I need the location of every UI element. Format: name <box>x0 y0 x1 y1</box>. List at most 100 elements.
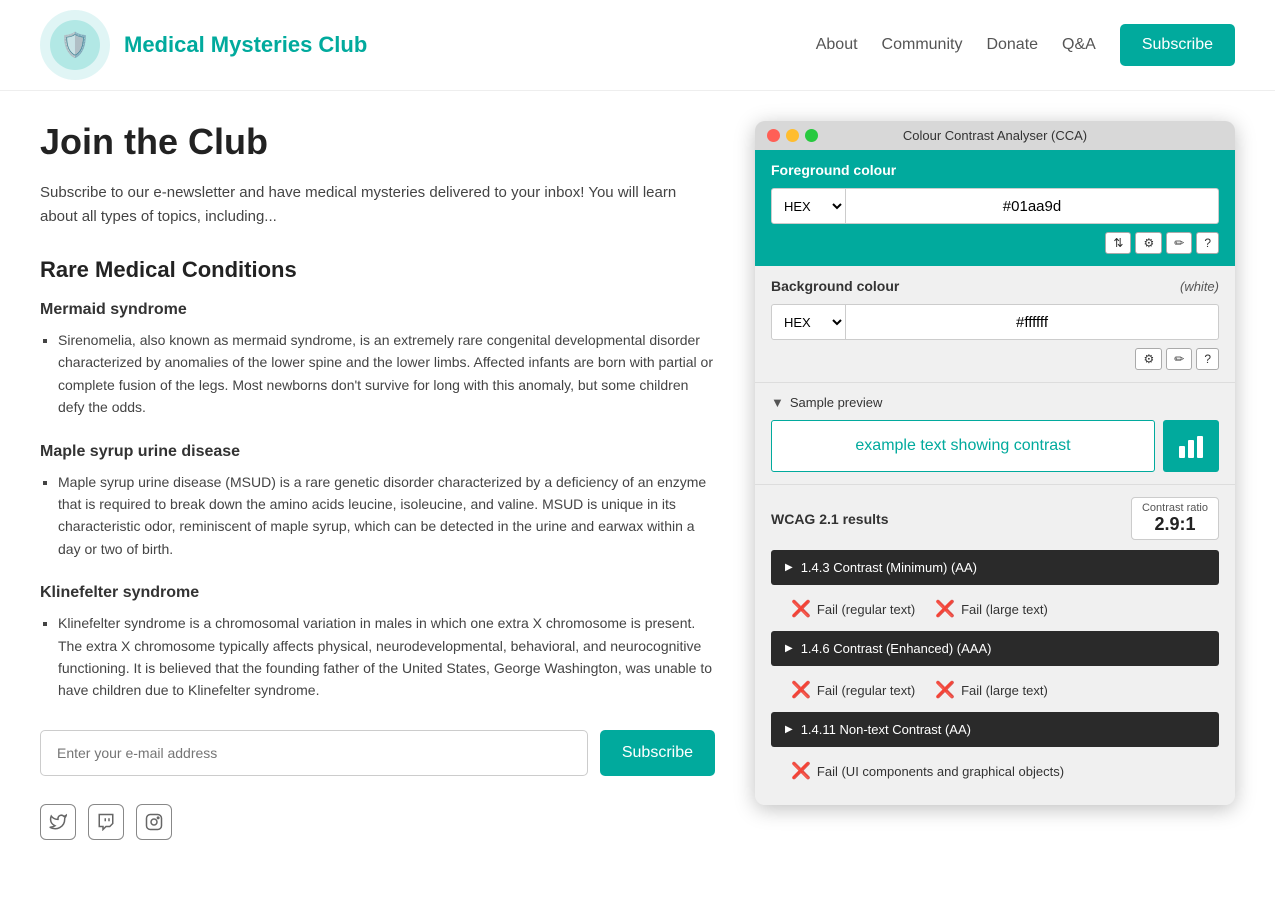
nav-qa[interactable]: Q&A <box>1062 36 1096 54</box>
condition-mermaid: Mermaid syndrome Sirenomelia, also known… <box>40 301 715 419</box>
logo-icon: 🛡️ <box>40 10 110 80</box>
email-input[interactable] <box>40 730 588 776</box>
bg-input-row: HEX RGB HSL <box>771 304 1219 340</box>
contrast-ratio-box: Contrast ratio 2.9:1 <box>1131 497 1219 540</box>
wcag-title: WCAG 2.1 results <box>771 511 888 527</box>
bg-settings-button[interactable]: ⚙ <box>1135 348 1162 370</box>
site-title: Medical Mysteries Club <box>124 32 367 58</box>
wcag-result-label-2: 1.4.6 Contrast (Enhanced) (AAA) <box>801 641 992 656</box>
condition-name-1: Maple syrup urine disease <box>40 443 715 461</box>
fail-label-1a: Fail (regular text) <box>817 602 915 617</box>
cca-panel: Colour Contrast Analyser (CCA) Foregroun… <box>755 121 1235 840</box>
nav-about[interactable]: About <box>816 36 858 54</box>
condition-klinefelter: Klinefelter syndrome Klinefelter syndrom… <box>40 584 715 702</box>
condition-name-0: Mermaid syndrome <box>40 301 715 319</box>
bg-help-button[interactable]: ? <box>1196 348 1219 370</box>
titlebar-maximize-dot[interactable] <box>805 129 818 142</box>
wcag-result-label-3: 1.4.11 Non-text Contrast (AA) <box>801 722 971 737</box>
play-icon-2: ▶ <box>785 643 793 654</box>
preview-triangle-icon: ▼ <box>771 395 784 410</box>
bg-eyedropper-button[interactable]: ✏ <box>1166 348 1192 370</box>
twitter-icon[interactable] <box>40 804 76 840</box>
nav-subscribe-button[interactable]: Subscribe <box>1120 24 1235 66</box>
section-title: Rare Medical Conditions <box>40 257 715 283</box>
background-section: Background colour (white) HEX RGB HSL ⚙ <box>755 266 1235 382</box>
wcag-result-label-1: 1.4.3 Contrast (Minimum) (AA) <box>801 560 977 575</box>
sample-text: example text showing contrast <box>855 437 1070 455</box>
twitch-icon[interactable] <box>88 804 124 840</box>
bg-tools-row: ⚙ ✏ ? <box>771 348 1219 370</box>
fail-item-2b: ❌ Fail (large text) <box>935 680 1048 700</box>
titlebar-minimize-dot[interactable] <box>786 129 799 142</box>
condition-maple: Maple syrup urine disease Maple syrup ur… <box>40 443 715 561</box>
bg-hex-input[interactable] <box>846 304 1219 340</box>
fg-flip-button[interactable]: ⇅ <box>1105 232 1131 254</box>
bg-format-select[interactable]: HEX RGB HSL <box>771 304 846 340</box>
wcag-header: WCAG 2.1 results Contrast ratio 2.9:1 <box>771 497 1219 540</box>
wcag-section: WCAG 2.1 results Contrast ratio 2.9:1 ▶ … <box>755 484 1235 805</box>
fail-item-1a: ❌ Fail (regular text) <box>791 599 915 619</box>
fail-label-2a: Fail (regular text) <box>817 683 915 698</box>
foreground-input-row: HEX RGB HSL <box>771 188 1219 224</box>
instagram-icon[interactable] <box>136 804 172 840</box>
play-icon-1: ▶ <box>785 562 793 573</box>
foreground-label: Foreground colour <box>771 162 1219 178</box>
fail-icon-1a: ❌ <box>791 599 811 619</box>
preview-content: example text showing contrast <box>771 420 1219 472</box>
preview-label: ▼ Sample preview <box>771 395 1219 410</box>
wcag-fail-row-2: ❌ Fail (regular text) ❌ Fail (large text… <box>771 674 1219 706</box>
fg-hex-input[interactable] <box>846 188 1219 224</box>
email-form: Subscribe <box>40 730 715 776</box>
logo-area: 🛡️ Medical Mysteries Club <box>40 10 367 80</box>
preview-title: Sample preview <box>790 395 883 410</box>
play-icon-3: ▶ <box>785 724 793 735</box>
contrast-ratio-value: 2.9:1 <box>1142 514 1208 535</box>
cca-window-title: Colour Contrast Analyser (CCA) <box>903 128 1087 143</box>
foreground-section: Foreground colour HEX RGB HSL ⇅ ⚙ ✏ ? <box>755 150 1235 266</box>
cca-body: Foreground colour HEX RGB HSL ⇅ ⚙ ✏ ? <box>755 150 1235 805</box>
content-area: Join the Club Subscribe to our e-newslet… <box>40 121 715 840</box>
wcag-result-row-1[interactable]: ▶ 1.4.3 Contrast (Minimum) (AA) <box>771 550 1219 585</box>
sample-text-box: example text showing contrast <box>771 420 1155 472</box>
fail-label-3a: Fail (UI components and graphical object… <box>817 764 1064 779</box>
fail-icon-3a: ❌ <box>791 761 811 781</box>
fg-eyedropper-button[interactable]: ✏ <box>1166 232 1192 254</box>
fail-label-2b: Fail (large text) <box>961 683 1048 698</box>
bg-white-label: (white) <box>1180 279 1219 294</box>
cca-window: Colour Contrast Analyser (CCA) Foregroun… <box>755 121 1235 805</box>
wcag-fail-row-3: ❌ Fail (UI components and graphical obje… <box>771 755 1219 787</box>
fg-settings-button[interactable]: ⚙ <box>1135 232 1162 254</box>
titlebar-close-dot[interactable] <box>767 129 780 142</box>
main-nav: About Community Donate Q&A Subscribe <box>816 24 1235 66</box>
fail-label-1b: Fail (large text) <box>961 602 1048 617</box>
intro-text: Subscribe to our e-newsletter and have m… <box>40 181 715 229</box>
fg-tools-row: ⇅ ⚙ ✏ ? <box>771 232 1219 254</box>
contrast-ratio-label: Contrast ratio <box>1142 502 1208 514</box>
page-heading: Join the Club <box>40 121 715 163</box>
preview-section: ▼ Sample preview example text showing co… <box>755 382 1235 484</box>
fail-icon-2b: ❌ <box>935 680 955 700</box>
wcag-fail-row-1: ❌ Fail (regular text) ❌ Fail (large text… <box>771 593 1219 625</box>
wcag-result-row-2[interactable]: ▶ 1.4.6 Contrast (Enhanced) (AAA) <box>771 631 1219 666</box>
fail-item-2a: ❌ Fail (regular text) <box>791 680 915 700</box>
condition-desc-1: Maple syrup urine disease (MSUD) is a ra… <box>58 471 715 561</box>
nav-community[interactable]: Community <box>882 36 963 54</box>
fg-help-button[interactable]: ? <box>1196 232 1219 254</box>
fail-item-1b: ❌ Fail (large text) <box>935 599 1048 619</box>
condition-name-2: Klinefelter syndrome <box>40 584 715 602</box>
svg-text:🛡️: 🛡️ <box>60 31 90 59</box>
social-icons <box>40 804 715 840</box>
chart-view-button[interactable] <box>1163 420 1219 472</box>
bg-label-row: Background colour (white) <box>771 278 1219 294</box>
cca-titlebar: Colour Contrast Analyser (CCA) <box>755 121 1235 150</box>
bg-label: Background colour <box>771 278 899 294</box>
condition-desc-2: Klinefelter syndrome is a chromosomal va… <box>58 612 715 702</box>
form-subscribe-button[interactable]: Subscribe <box>600 730 715 776</box>
fg-format-select[interactable]: HEX RGB HSL <box>771 188 846 224</box>
fail-icon-1b: ❌ <box>935 599 955 619</box>
fail-icon-2a: ❌ <box>791 680 811 700</box>
nav-donate[interactable]: Donate <box>986 36 1038 54</box>
condition-desc-0: Sirenomelia, also known as mermaid syndr… <box>58 329 715 419</box>
fail-item-3a: ❌ Fail (UI components and graphical obje… <box>791 761 1064 781</box>
wcag-result-row-3[interactable]: ▶ 1.4.11 Non-text Contrast (AA) <box>771 712 1219 747</box>
